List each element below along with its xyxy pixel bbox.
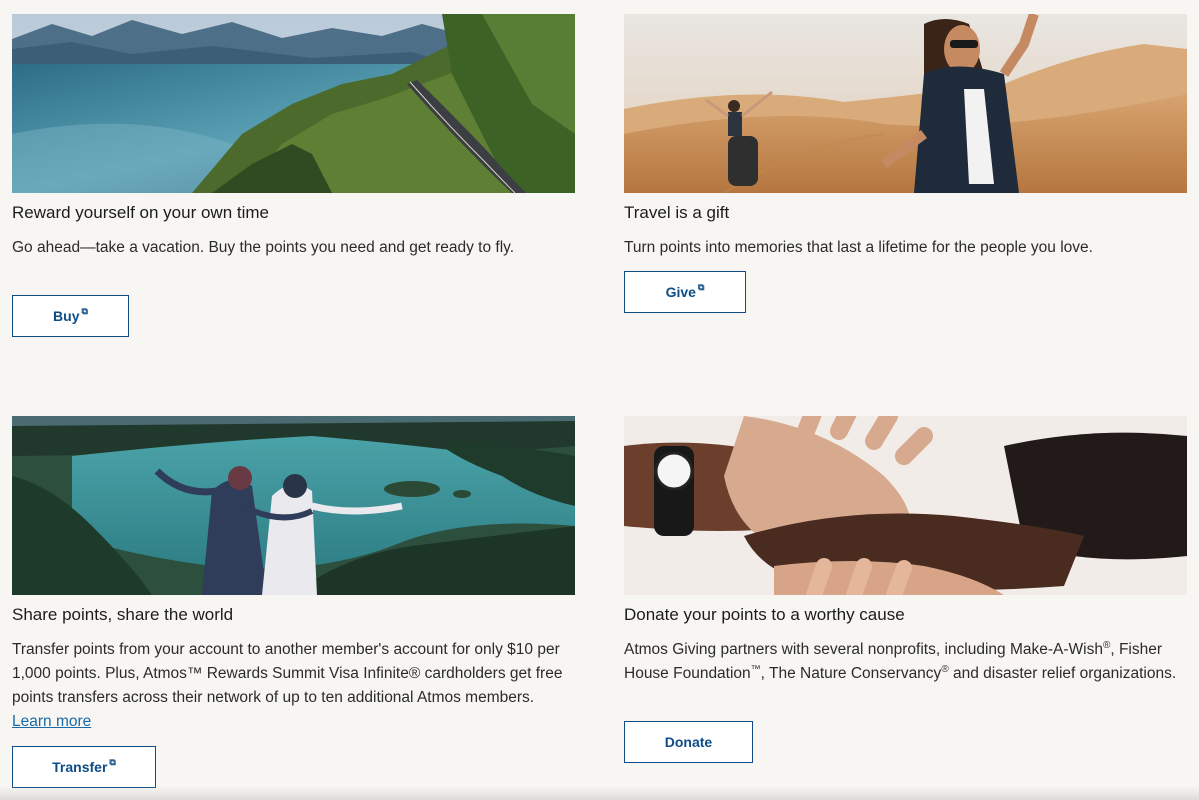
- coastal-highway-image: [12, 14, 575, 193]
- card-description: Atmos Giving partners with several nonpr…: [624, 639, 1177, 682]
- trademark-mark: ™: [750, 663, 761, 675]
- stacked-hands-image: [624, 416, 1187, 595]
- page-bottom-shadow: [0, 786, 1199, 800]
- description-text: , The Nature Conservancy: [760, 665, 942, 682]
- buy-button-label: Buy: [53, 308, 80, 324]
- registered-mark: ®: [1102, 639, 1111, 651]
- learn-more-link[interactable]: Learn more: [12, 713, 91, 730]
- description-text: and disaster relief organizations.: [948, 665, 1177, 682]
- external-link-icon: ⧉: [81, 305, 88, 316]
- card-description: Go ahead—take a vacation. Buy the points…: [12, 239, 515, 256]
- card-buy-points: Reward yourself on your own time Go ahea…: [12, 14, 575, 337]
- give-button[interactable]: Give ⧉: [624, 271, 746, 313]
- desert-dunes-image: [624, 14, 1187, 193]
- card-description: Turn points into memories that last a li…: [624, 239, 1093, 256]
- transfer-button[interactable]: Transfer ⧉: [12, 746, 156, 788]
- registered-mark: ®: [941, 663, 949, 675]
- card-donate-points: Donate your points to a worthy cause Atm…: [624, 416, 1187, 763]
- external-link-icon: ⧉: [109, 756, 116, 767]
- buy-button[interactable]: Buy ⧉: [12, 295, 129, 337]
- card-share-points: Share points, share the world Transfer p…: [12, 416, 575, 788]
- card-title: Travel is a gift: [624, 203, 730, 222]
- card-title: Reward yourself on your own time: [12, 203, 270, 222]
- card-give-points: Travel is a gift Turn points into memori…: [624, 14, 1187, 313]
- description-text: Atmos Giving partners with several nonpr…: [624, 641, 1103, 658]
- donate-button[interactable]: Donate: [624, 721, 753, 763]
- transfer-button-label: Transfer: [52, 759, 108, 775]
- card-title: Donate your points to a worthy cause: [624, 605, 905, 624]
- card-title: Share points, share the world: [12, 605, 234, 624]
- card-description-text: Transfer points from your account to ano…: [12, 641, 563, 706]
- external-link-icon: ⧉: [697, 281, 705, 292]
- lake-friends-image: [12, 416, 575, 595]
- give-button-label: Give: [665, 284, 696, 300]
- card-description: Transfer points from your account to ano…: [12, 638, 572, 734]
- donate-button-label: Donate: [664, 734, 713, 750]
